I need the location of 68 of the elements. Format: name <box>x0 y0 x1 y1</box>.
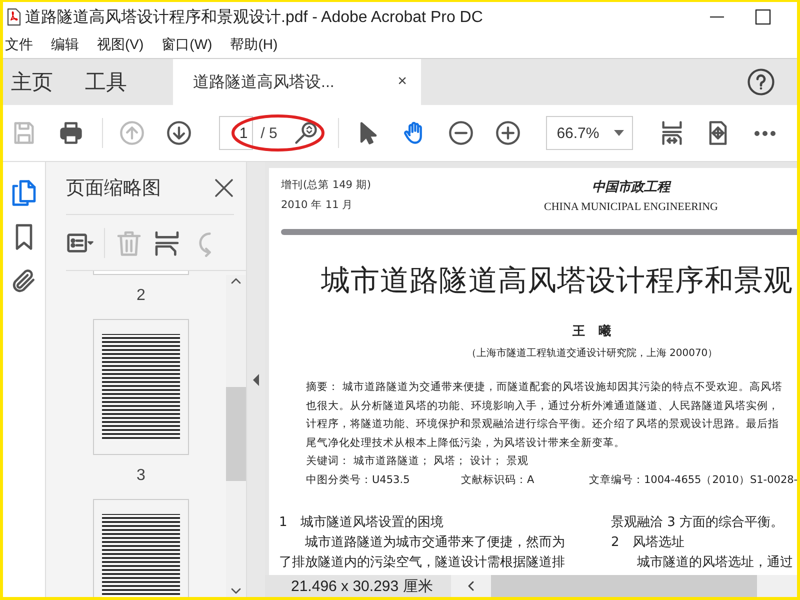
menu-item[interactable]: 文件 <box>5 36 33 54</box>
abstract-line: 摘要： 城市道路隧道为交通带来便捷，而隧道配套的风塔设施却因其污染的特点不受欢迎。高风塔 <box>306 380 784 395</box>
menu-item[interactable]: 帮助(H) <box>230 36 278 54</box>
body-text-line: 城市隧道的风塔选址，通过 <box>636 554 794 572</box>
abstract-line: 计程序，将隧道功能、环境保护和景观融洽进行综合平衡。还介绍了风塔的景观设计思路。最后指 <box>306 417 780 432</box>
chevron-left-icon <box>466 580 476 592</box>
page-number-label: 2 <box>136 287 146 305</box>
caret-icon <box>614 130 624 136</box>
zoom-in-icon <box>494 120 521 146</box>
horizontal-scrollbar-thumb[interactable] <box>491 575 757 597</box>
menu-item[interactable]: 编辑 <box>51 36 79 54</box>
maximize-icon <box>755 9 771 25</box>
body-text-line: 城市道路隧道为城市交通带来了便捷，然而为 <box>304 534 566 552</box>
affiliation: （上海市隧道工程轨道交通设计研究院，上海 200070） <box>465 346 719 360</box>
abstract-line: 也很大。从分析隧道风塔的功能、环境影响入手，通过分析外滩通道隧道、人民路隧道风塔实例， <box>306 398 780 414</box>
zoom-out-icon <box>448 120 474 146</box>
keywords: 关键词： 城市道路隧道； 风塔； 设计； 景观 <box>306 454 530 469</box>
printer-icon <box>58 120 84 146</box>
tab[interactable]: 工具 <box>77 59 135 105</box>
scrollbar-thumb[interactable] <box>226 387 246 481</box>
down-arrow-circle-icon <box>166 120 192 146</box>
section-heading: 1 城市隧道风塔设置的困境 <box>279 514 444 532</box>
help-button[interactable] <box>747 68 775 96</box>
menu-item[interactable]: 视图(V) <box>97 36 144 54</box>
body-text-line: 了排放隧道内的污染空气，隧道设计需根据隧道排 <box>279 554 566 572</box>
body-text-line: 景观融洽 3 方面的综合平衡。 <box>611 514 785 532</box>
close-button[interactable] <box>214 178 234 198</box>
window-title: 道路隧道高风塔设计程序和景观设计.pdf - Adobe Acrobat Pro DC <box>25 8 483 28</box>
tab[interactable]: 主页 <box>3 59 61 105</box>
scrollbar[interactable] <box>226 275 246 597</box>
page-thumbnail[interactable] <box>93 499 189 597</box>
classification-code: 文献标识码：A <box>461 472 536 488</box>
pages-icon <box>10 179 38 207</box>
zoom-in-button[interactable] <box>493 118 523 148</box>
more-icon <box>752 130 778 136</box>
journal-logo: 中国市政工程 <box>592 178 670 196</box>
page-size: 21.496 x 30.293 厘米 <box>265 575 451 597</box>
up-arrow-circle-icon <box>119 120 146 146</box>
issue-date: 2010 年 11 月 <box>281 198 354 212</box>
issue-label: 增刊(总第 149 期) <box>281 178 372 192</box>
magnifier-icon <box>293 120 320 146</box>
tab-label: 道路隧道高风塔设... <box>193 72 334 92</box>
panel-title: 页面缩略图 <box>66 177 161 201</box>
trash-icon <box>115 228 143 256</box>
next-page-button[interactable] <box>164 118 194 148</box>
tab-label: 工具 <box>85 70 127 96</box>
insert-page-button[interactable] <box>153 228 181 256</box>
article-title: 城市道路隧道高风塔设计程序和景观 <box>321 262 794 299</box>
classification-code: 文章编号：1004-4655（2010）S1-0028- <box>589 472 797 488</box>
page-count: / 5 <box>260 124 278 142</box>
zoom-dropdown[interactable]: 66.7% <box>546 116 633 150</box>
page-number-label: 3 <box>136 467 146 485</box>
close-icon <box>214 178 234 198</box>
journal-name: CHINA MUNICIPAL ENGINEERING <box>544 201 718 213</box>
page-thumbnail[interactable] <box>93 319 189 455</box>
insert-page-icon <box>153 228 181 256</box>
help-icon <box>747 68 775 96</box>
collapse-arrow-icon <box>253 374 259 386</box>
tab-label: 主页 <box>11 70 53 96</box>
tab-close-button[interactable]: × <box>398 73 407 91</box>
abstract-line: 尾气净化处理技术从根本上降低污染，为风塔设计带来全新变革。 <box>306 436 626 450</box>
classification-code: 中图分类号：U453.5 <box>306 472 411 488</box>
pdf-file-icon <box>7 8 21 26</box>
minimize-icon <box>710 16 724 18</box>
menu-item[interactable]: 窗口(W) <box>162 36 212 54</box>
author-name: 王 曦 <box>572 323 612 340</box>
section-heading: 2 风塔选址 <box>611 534 686 552</box>
tab[interactable]: 道路隧道高风塔设... × <box>173 59 421 105</box>
